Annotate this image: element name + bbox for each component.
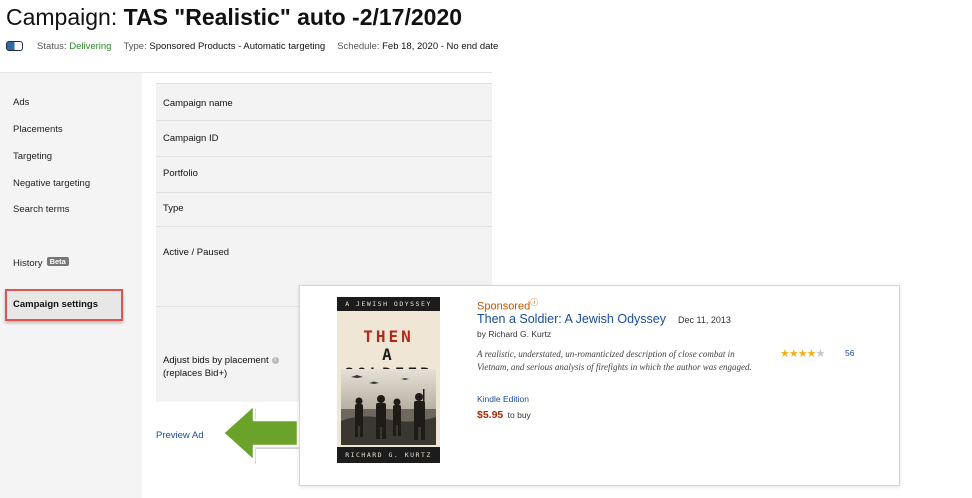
book-price[interactable]: $5.95: [477, 409, 503, 421]
settings-row-campaign-name: Campaign name: [156, 84, 492, 121]
type-label: Type:: [123, 40, 147, 52]
preview-ad-link[interactable]: Preview Ad: [156, 430, 204, 441]
info-icon[interactable]: ⓘ: [530, 298, 538, 307]
adjust-bids-sublabel: (replaces Bid+): [163, 368, 228, 379]
row-label: Portfolio: [163, 168, 198, 179]
sidebar-item-negative-targeting[interactable]: Negative targeting: [13, 178, 90, 189]
sidebar-item-campaign-settings[interactable]: Campaign settings: [5, 289, 123, 321]
status-value: Delivering: [69, 40, 112, 52]
page-title: Campaign: TAS "Realistic" auto -2/17/202…: [6, 4, 462, 31]
row-label: Type: [163, 203, 184, 214]
settings-row-type: Type: [156, 192, 492, 227]
book-title-link[interactable]: Then a Soldier: A Jewish Odyssey: [477, 312, 666, 326]
sidebar-item-ads[interactable]: Ads: [13, 97, 29, 108]
book-description: A realistic, understated, un-romanticize…: [477, 349, 752, 372]
star-icon: ★: [797, 348, 808, 360]
cover-series: A JEWISH ODYSSEY: [345, 300, 432, 308]
schedule-value: Feb 18, 2020 - No end date: [382, 40, 499, 52]
sidebar-item-history[interactable]: History Beta: [13, 257, 69, 269]
row-label: Active / Paused: [163, 247, 230, 258]
row-label: Campaign ID: [163, 133, 219, 144]
type-value: Sponsored Products - Automatic targeting: [149, 40, 326, 52]
book-author: by Richard G. Kurtz: [477, 329, 552, 339]
cover-title-line1: THEN: [363, 327, 414, 346]
book-cover-image[interactable]: A JEWISH ODYSSEY THEN A SOLDIER: [337, 297, 440, 463]
sidebar-item-placements[interactable]: Placements: [13, 124, 63, 135]
soldiers-photo-icon: [341, 369, 436, 445]
sidebar-item-label: Campaign settings: [13, 299, 98, 310]
row-label: Adjust bids by placement i (replaces Bid+…: [163, 354, 279, 380]
star-icon: ★: [780, 348, 790, 360]
schedule-label: Schedule:: [337, 40, 380, 52]
settings-row-portfolio: Portfolio: [156, 156, 492, 193]
ad-preview-card: A JEWISH ODYSSEY THEN A SOLDIER: [299, 285, 900, 486]
publish-date: Dec 11, 2013: [678, 315, 731, 325]
sidebar-item-targeting[interactable]: Targeting: [13, 151, 52, 162]
price-line: $5.95 to buy: [477, 409, 531, 421]
campaign-toggle[interactable]: [6, 41, 23, 51]
sidebar-item-search-terms[interactable]: Search terms: [13, 204, 70, 215]
star-icon: ★: [806, 348, 817, 360]
sidebar: Ads Placements Targeting Negative target…: [0, 73, 142, 498]
row-label: Campaign name: [163, 98, 233, 109]
adjust-bids-label: Adjust bids by placement: [163, 355, 269, 366]
campaign-name-title: TAS "Realistic" auto -2/17/2020: [123, 4, 463, 30]
star-rating[interactable]: ★★★★★: [780, 347, 826, 360]
campaign-header: Campaign: TAS "Realistic" auto -2/17/202…: [0, 0, 498, 73]
title-prefix: Campaign:: [6, 4, 118, 30]
sidebar-item-label: History: [13, 258, 43, 269]
status-label: Status:: [37, 40, 67, 52]
kindle-edition-link[interactable]: Kindle Edition: [477, 394, 529, 404]
star-empty-icon: ★: [815, 348, 826, 360]
price-suffix: to buy: [507, 410, 531, 420]
review-count-link[interactable]: 56: [845, 348, 854, 358]
settings-row-campaign-id: Campaign ID: [156, 120, 492, 157]
info-icon[interactable]: i: [271, 356, 279, 364]
sponsored-label: Sponsoredⓘ: [477, 298, 539, 313]
campaign-meta: Status: Delivering Type: Sponsored Produ…: [6, 39, 498, 53]
arrow-annotation-icon: [221, 403, 300, 464]
beta-badge: Beta: [46, 257, 69, 266]
star-icon: ★: [788, 348, 799, 360]
cover-author: RICHARD G. KURTZ: [345, 451, 432, 459]
